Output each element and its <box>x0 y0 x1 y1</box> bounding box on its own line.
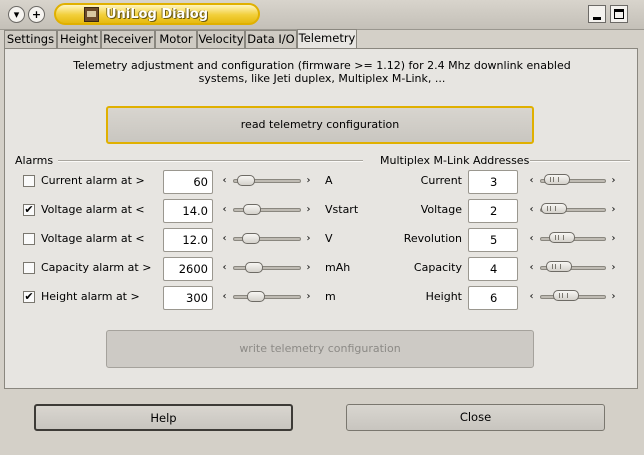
slider-left-arrow-icon[interactable]: ‹ <box>221 234 228 244</box>
slider-left-arrow-icon[interactable]: ‹ <box>221 292 228 302</box>
current-alarm-checkbox[interactable] <box>23 175 35 187</box>
unit-label: m <box>325 290 336 303</box>
tab-label: Settings <box>6 32 55 46</box>
height-alarm-slider[interactable] <box>233 295 301 299</box>
slider-thumb[interactable] <box>549 232 575 243</box>
slider-left-arrow-icon[interactable]: ‹ <box>528 263 535 273</box>
mlink-voltage-value[interactable]: 2 <box>468 199 518 223</box>
mlink-current-value[interactable]: 3 <box>468 170 518 194</box>
slider-thumb[interactable] <box>541 203 567 214</box>
voltage-min-alarm-label: Voltage alarm at < <box>41 232 145 245</box>
slider-right-arrow-icon[interactable]: › <box>305 292 312 302</box>
capacity-alarm-value[interactable]: 2600 <box>163 257 213 281</box>
voltage-min-alarm-checkbox[interactable] <box>23 233 35 245</box>
height-alarm-checkbox[interactable]: ✔ <box>23 291 35 303</box>
slider-left-arrow-icon[interactable]: ‹ <box>221 205 228 215</box>
tab-label: Receiver <box>103 32 153 46</box>
slider-right-arrow-icon[interactable]: › <box>305 176 312 186</box>
slider-thumb[interactable] <box>237 175 255 186</box>
app-icon <box>84 7 99 22</box>
mlink-height-value[interactable]: 6 <box>468 286 518 310</box>
slider-right-arrow-icon[interactable]: › <box>610 205 617 215</box>
current-alarm-value[interactable]: 60 <box>163 170 213 194</box>
current-alarm-label: Current alarm at > <box>41 174 145 187</box>
voltage-min-alarm-value[interactable]: 12.0 <box>163 228 213 252</box>
slider-left-arrow-icon[interactable]: ‹ <box>528 234 535 244</box>
height-alarm-value[interactable]: 300 <box>163 286 213 310</box>
slider-left-arrow-icon[interactable]: ‹ <box>528 176 535 186</box>
slider-thumb[interactable] <box>242 233 260 244</box>
tab-label: Velocity <box>198 32 244 46</box>
slider-right-arrow-icon[interactable]: › <box>305 205 312 215</box>
slider-thumb[interactable] <box>245 262 263 273</box>
voltage-alarm-value[interactable]: 14.0 <box>163 199 213 223</box>
description-line-2: systems, like Jeti duplex, Multiplex M-L… <box>198 72 446 85</box>
minimize-icon[interactable] <box>588 5 606 23</box>
mlink-revolution-value[interactable]: 5 <box>468 228 518 252</box>
mlink-divider <box>530 160 630 162</box>
tab-telemetry[interactable]: Telemetry <box>297 29 357 49</box>
height-alarm-label: Height alarm at > <box>41 290 140 303</box>
slider-left-arrow-icon[interactable]: ‹ <box>528 205 535 215</box>
mlink-voltage-label: Voltage <box>420 203 462 216</box>
capacity-alarm-checkbox[interactable] <box>23 262 35 274</box>
unit-label: A <box>325 174 333 187</box>
alarms-divider <box>58 160 363 162</box>
slider-thumb[interactable] <box>544 174 570 185</box>
title-bar: ▾ + UniLog Dialog <box>0 0 644 30</box>
mlink-current-label: Current <box>420 174 462 187</box>
tab-height[interactable]: Height <box>57 30 101 48</box>
mlink-capacity-value[interactable]: 4 <box>468 257 518 281</box>
menu-icon[interactable]: ▾ <box>8 6 25 23</box>
slider-right-arrow-icon[interactable]: › <box>610 263 617 273</box>
capacity-alarm-slider[interactable] <box>233 266 301 270</box>
slider-right-arrow-icon[interactable]: › <box>610 292 617 302</box>
slider-thumb[interactable] <box>546 261 572 272</box>
tab-settings[interactable]: Settings <box>4 30 57 48</box>
plus-icon[interactable]: + <box>28 6 45 23</box>
slider-left-arrow-icon[interactable]: ‹ <box>528 292 535 302</box>
unit-label: V <box>325 232 333 245</box>
voltage-alarm-checkbox[interactable]: ✔ <box>23 204 35 216</box>
tab-data-io[interactable]: Data I/O <box>245 30 297 48</box>
tab-label: Telemetry <box>298 31 356 45</box>
title-pill[interactable]: UniLog Dialog <box>54 3 260 25</box>
close-button[interactable]: Close <box>346 404 605 431</box>
window-title: UniLog Dialog <box>106 7 209 22</box>
unit-label: Vstart <box>325 203 359 216</box>
mlink-capacity-label: Capacity <box>413 261 462 274</box>
help-button[interactable]: Help <box>34 404 293 431</box>
mlink-title: Multiplex M-Link Addresses <box>380 154 530 167</box>
maximize-icon[interactable] <box>610 5 628 23</box>
slider-right-arrow-icon[interactable]: › <box>610 234 617 244</box>
voltage-alarm-label: Voltage alarm at < <box>41 203 145 216</box>
alarms-title: Alarms <box>15 154 54 167</box>
tab-velocity[interactable]: Velocity <box>197 30 245 48</box>
slider-right-arrow-icon[interactable]: › <box>610 176 617 186</box>
mlink-height-label: Height <box>425 290 462 303</box>
unit-label: mAh <box>325 261 351 274</box>
description-line-1: Telemetry adjustment and configuration (… <box>73 59 571 72</box>
slider-thumb[interactable] <box>243 204 261 215</box>
write-telemetry-button[interactable]: write telemetry configuration <box>106 330 534 368</box>
mlink-revolution-label: Revolution <box>403 232 462 245</box>
slider-left-arrow-icon[interactable]: ‹ <box>221 263 228 273</box>
slider-right-arrow-icon[interactable]: › <box>305 263 312 273</box>
slider-left-arrow-icon[interactable]: ‹ <box>221 176 228 186</box>
tab-label: Data I/O <box>247 32 295 46</box>
slider-thumb[interactable] <box>247 291 265 302</box>
read-telemetry-button[interactable]: read telemetry configuration <box>106 106 534 144</box>
tab-label: Motor <box>159 32 193 46</box>
tab-motor[interactable]: Motor <box>155 30 197 48</box>
tab-receiver[interactable]: Receiver <box>101 30 155 48</box>
tab-label: Height <box>59 32 98 46</box>
capacity-alarm-label: Capacity alarm at > <box>41 261 152 274</box>
slider-thumb[interactable] <box>553 290 579 301</box>
slider-right-arrow-icon[interactable]: › <box>305 234 312 244</box>
